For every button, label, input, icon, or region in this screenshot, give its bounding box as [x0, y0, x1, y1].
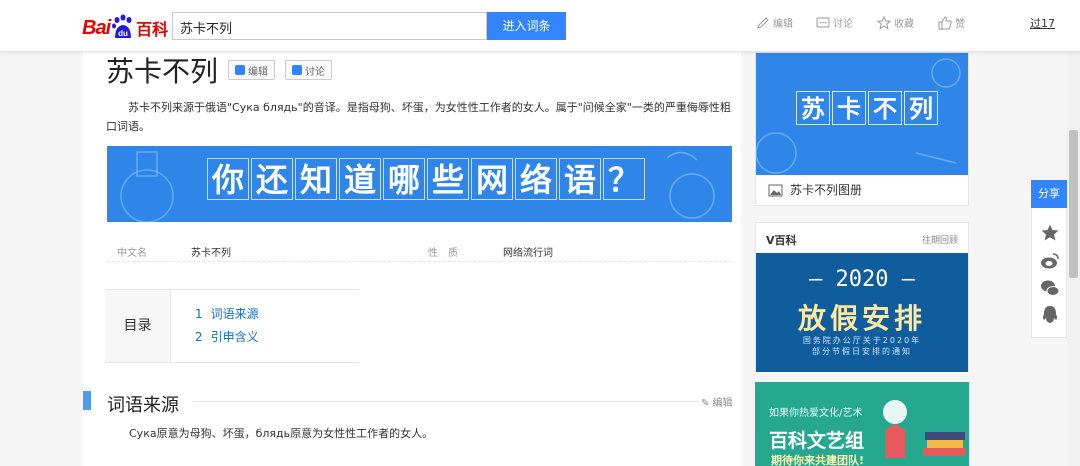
info-value-name: 苏卡不列: [191, 248, 231, 259]
v-baike-heading: V百科: [766, 234, 797, 247]
album-title-char: 不: [868, 91, 902, 125]
banner-char: 语: [559, 158, 601, 200]
section-marker: [83, 391, 91, 410]
album-caption[interactable]: 苏卡不列图册: [768, 181, 862, 198]
album-image: 苏卡不列: [756, 53, 968, 175]
network-slang-banner[interactable]: 你还知道哪些网络语？: [107, 146, 732, 222]
chat-icon: [292, 65, 303, 75]
discuss-button[interactable]: 讨论: [285, 60, 333, 80]
share-button[interactable]: 分享: [1031, 180, 1067, 208]
favorite-tool[interactable]: 收藏: [877, 15, 914, 30]
page-title: 苏卡不列: [106, 55, 219, 88]
main-content: 苏卡不列 编辑 讨论 苏卡不列来源于俄语"Сука блядь"的音译。是指母狗…: [83, 52, 741, 466]
info-key-nature: 性 质: [428, 248, 458, 259]
table-of-contents: 目录 1 词语来源 2 引申含义: [105, 289, 359, 363]
section-title: 词语来源: [107, 395, 179, 416]
thumbs-up-icon: [938, 15, 952, 29]
info-table: 中文名 苏卡不列 性 质 网络流行词: [107, 238, 732, 262]
logo-bai: Bai: [82, 17, 111, 39]
banner-char: 些: [427, 158, 469, 200]
banner-char: 哪: [383, 158, 425, 200]
v-subtitle: 国务院办公厅关于2020年 部分节假日安排的通知: [756, 335, 968, 357]
like-tool-label: 赞: [955, 19, 965, 30]
top-bar: Bai du 百科 苏卡不列 进入词条 编辑 讨论 收藏 赞 过17: [0, 0, 1080, 52]
scrollbar-thumb[interactable]: [1069, 130, 1078, 278]
album-caption-label: 苏卡不列图册: [790, 183, 863, 197]
art-tagline: 如果你热爱文化/艺术: [769, 408, 863, 419]
weibo-icon[interactable]: [1040, 251, 1060, 271]
section-edit-link[interactable]: ✎ 编辑: [701, 394, 733, 409]
edit-button[interactable]: 编辑: [228, 60, 276, 80]
banner-char: 还: [251, 158, 293, 200]
toc-item-text: 词语来源: [210, 307, 259, 321]
paw-icon: du: [111, 14, 135, 40]
user-link[interactable]: 过17: [1030, 15, 1055, 31]
info-value-nature: 网络流行词: [503, 248, 553, 259]
toc-item[interactable]: 1 词语来源: [195, 305, 259, 322]
toc-item-number: 1: [195, 307, 203, 321]
toc-item[interactable]: 2 引申含义: [195, 328, 259, 345]
logo-baike: 百科: [136, 22, 169, 39]
banner-char: 道: [339, 158, 381, 200]
banner-char: 网: [471, 158, 513, 200]
banner-headline: 你还知道哪些网络语？: [207, 158, 647, 200]
art-group-ad[interactable]: 如果你热爱文化/艺术 百科文艺组 期待你来共建团队!: [755, 382, 969, 466]
edit-tool-label: 编辑: [773, 19, 793, 30]
banner-char: 知: [295, 158, 337, 200]
album-card[interactable]: 苏卡不列 苏卡不列图册: [755, 52, 969, 206]
art-title: 百科文艺组: [769, 430, 865, 452]
discuss-button-label: 讨论: [305, 66, 326, 78]
toc-label: 目录: [105, 290, 171, 362]
v-subtitle-line2: 部分节假日安排的通知: [812, 347, 912, 356]
v-subtitle-line1: 国务院办公厅关于2020年: [802, 336, 922, 345]
section-edit-label: 编辑: [712, 398, 733, 409]
favorite-tool-label: 收藏: [894, 19, 914, 30]
discuss-tool[interactable]: 讨论: [816, 15, 853, 30]
album-title: 苏卡不列: [796, 91, 940, 125]
wechat-icon[interactable]: [1040, 278, 1060, 298]
section-body: Сука原意为母狗、坏蛋，блядь原意为女性性工作者的女人。: [129, 427, 434, 440]
gallery-icon: [768, 184, 783, 196]
summary-text: 苏卡不列来源于俄语"Сука блядь"的音译。是指母狗、坏蛋，为女性性工作者…: [106, 101, 731, 133]
banner-char: 你: [207, 158, 249, 200]
title-row: 苏卡不列 编辑 讨论: [106, 52, 333, 88]
chat-icon: [816, 17, 830, 27]
toc-item-text: 引申含义: [210, 330, 259, 344]
v-baike-card[interactable]: V百科 往期回顾 — 2020 — 放假安排 国务院办公厅关于2020年 部分节假…: [755, 222, 969, 372]
logo-du: du: [118, 29, 128, 38]
album-title-char: 列: [904, 91, 938, 125]
album-title-char: 苏: [796, 91, 830, 125]
v-year: — 2020 —: [809, 267, 915, 292]
info-key-name: 中文名: [117, 248, 147, 259]
star-icon: [877, 15, 891, 30]
like-tool[interactable]: 赞: [938, 15, 965, 30]
baidu-baike-logo[interactable]: Bai du 百科: [82, 10, 168, 40]
toc-item-number: 2: [195, 330, 203, 344]
banner-char: 络: [515, 158, 557, 200]
art-subtitle: 期待你来共建团队!: [771, 454, 865, 466]
discuss-tool-label: 讨论: [833, 19, 853, 30]
pencil-icon: [235, 65, 246, 75]
album-title-char: 卡: [832, 91, 866, 125]
section-divider: [193, 401, 699, 402]
pencil-icon: [757, 16, 769, 29]
banner-char: ？: [603, 158, 645, 200]
v-main-title: 放假安排: [797, 302, 926, 335]
search-input[interactable]: 苏卡不列: [172, 12, 487, 40]
edit-tool[interactable]: 编辑: [756, 15, 793, 30]
edit-button-label: 编辑: [248, 66, 269, 78]
enter-entry-button[interactable]: 进入词条: [487, 12, 566, 40]
past-review-link[interactable]: 往期回顾: [922, 233, 958, 246]
holiday-arrangement-image[interactable]: — 2020 — 放假安排 国务院办公厅关于2020年 部分节假日安排的通知: [756, 253, 968, 372]
share-sidebar: 分享: [1031, 180, 1067, 338]
scrollbar[interactable]: [1067, 52, 1080, 466]
star-icon[interactable]: [1040, 223, 1060, 243]
qq-icon[interactable]: [1040, 305, 1060, 325]
